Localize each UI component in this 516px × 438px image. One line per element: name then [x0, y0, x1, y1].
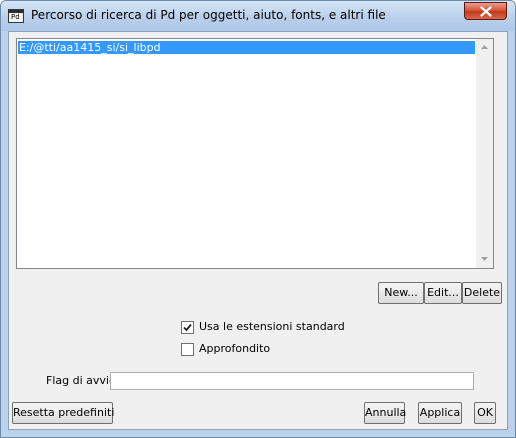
pd-app-icon: Pd	[8, 9, 24, 23]
verbose-label: Approfondito	[199, 342, 271, 355]
standard-extensions-label: Usa le estensioni standard	[199, 320, 345, 333]
chevron-down-icon	[481, 257, 488, 261]
delete-path-button[interactable]: Delete	[462, 282, 502, 304]
standard-extensions-checkbox[interactable]	[181, 321, 194, 334]
close-icon	[480, 6, 492, 17]
scroll-up-button[interactable]	[476, 39, 493, 56]
startup-flags-label: Flag di avvio	[46, 374, 116, 387]
edit-path-button[interactable]: Edit...	[424, 282, 462, 304]
reset-defaults-button[interactable]: Resetta predefiniti	[12, 402, 114, 424]
apply-button[interactable]: Applica	[418, 402, 462, 424]
window-title: Percorso di ricerca di Pd per oggetti, a…	[31, 8, 386, 22]
verbose-checkbox[interactable]	[181, 343, 194, 356]
scroll-down-button[interactable]	[476, 251, 493, 268]
checkmark-icon	[183, 323, 192, 332]
search-path-list[interactable]: E:/@tti/aa1415_si/si_libpd	[16, 38, 494, 269]
cancel-button[interactable]: Annulla	[364, 402, 406, 424]
dialog-window: Pd Percorso di ricerca di Pd per oggetti…	[0, 0, 516, 438]
title-bar[interactable]: Pd Percorso di ricerca di Pd per oggetti…	[1, 1, 515, 31]
chevron-up-icon	[481, 45, 488, 49]
dialog-body: E:/@tti/aa1415_si/si_libpd New... Edit..…	[8, 31, 508, 430]
startup-flags-input[interactable]	[110, 372, 474, 390]
vertical-scrollbar[interactable]	[476, 39, 493, 268]
close-button[interactable]	[464, 2, 507, 20]
ok-button[interactable]: OK	[474, 402, 496, 424]
new-path-button[interactable]: New...	[378, 282, 424, 304]
list-item[interactable]: E:/@tti/aa1415_si/si_libpd	[18, 41, 475, 54]
